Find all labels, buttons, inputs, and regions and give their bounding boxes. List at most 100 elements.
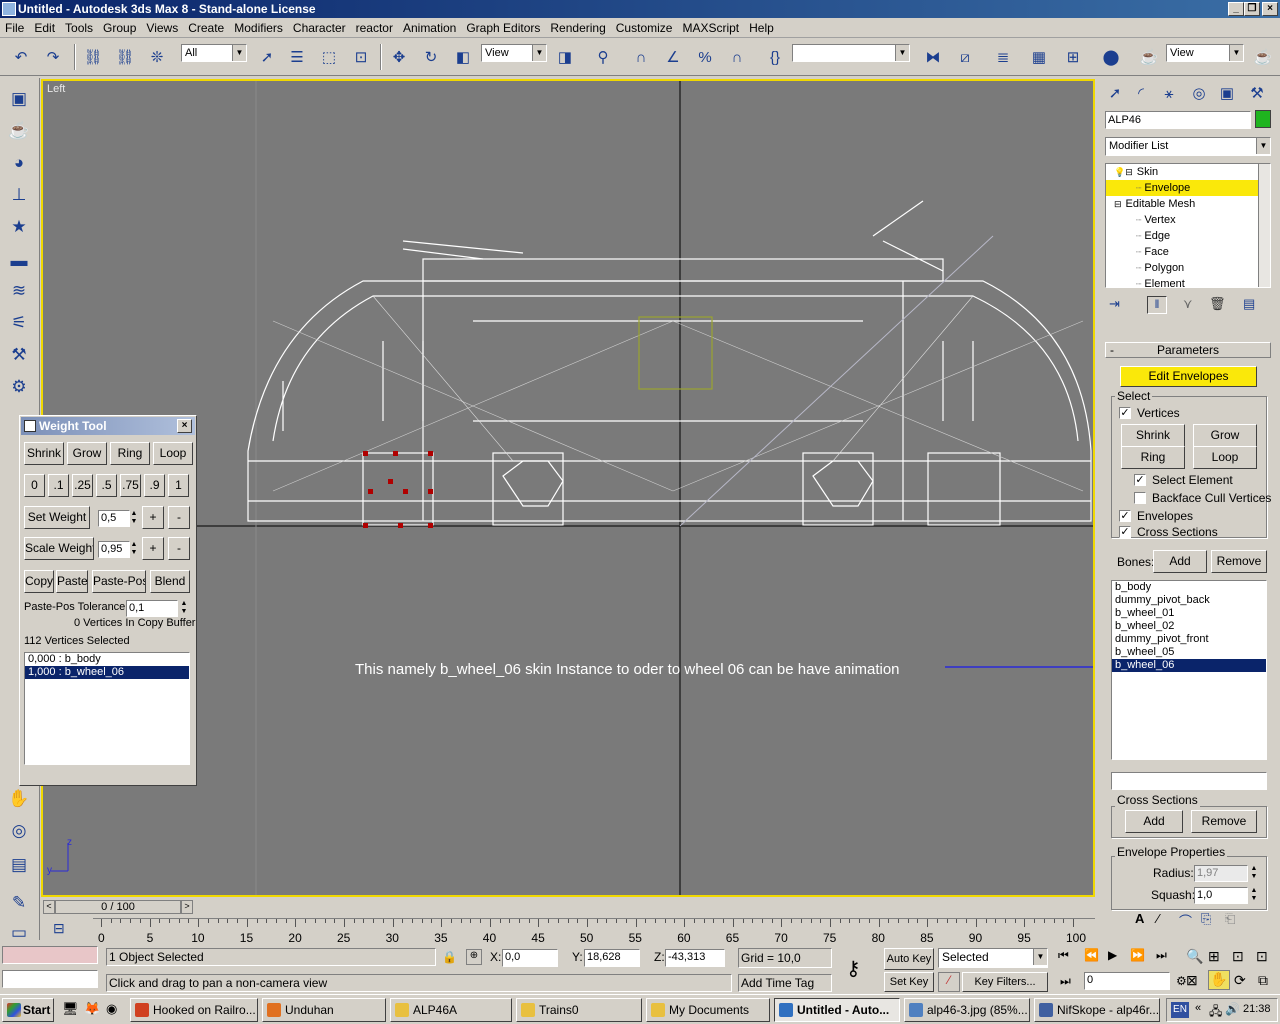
taskbar-item[interactable]: My Documents — [646, 998, 770, 1022]
lathe-icon[interactable]: ⚒ — [6, 342, 32, 368]
menu-tools[interactable]: Tools — [60, 18, 98, 35]
wt-blend-button[interactable]: Blend — [150, 570, 190, 593]
gear-icon[interactable]: ⚙ — [6, 374, 32, 400]
weight-preset-button[interactable]: .25 — [72, 474, 93, 497]
add-cross-section-button[interactable]: Add — [1125, 810, 1183, 833]
rectangular-selection-icon[interactable]: ⬚ — [316, 44, 342, 70]
ring-button[interactable]: Ring — [1121, 446, 1185, 469]
modifier-stack-item[interactable]: ┈ Face — [1106, 244, 1270, 260]
bone-list-item[interactable]: b_body — [1112, 581, 1266, 594]
snap-toggle-icon[interactable]: ∩ — [628, 44, 654, 70]
menu-group[interactable]: Group — [98, 18, 141, 35]
bones-list[interactable]: b_body dummy_pivot_back b_wheel_01 b_wheel_… — [1111, 580, 1267, 760]
go-to-end-icon[interactable]: ⏭ — [1156, 948, 1167, 963]
vertices-checkbox[interactable]: ✓ — [1119, 407, 1131, 419]
region-zoom-icon[interactable]: ⊠ — [1186, 972, 1198, 989]
angle-snap-icon[interactable]: ∠ — [660, 44, 686, 70]
menu-views[interactable]: Views — [141, 18, 183, 35]
remove-cross-section-button[interactable]: Remove — [1191, 810, 1257, 833]
network-icon[interactable]: 🖧 — [1209, 1002, 1222, 1023]
schematic-view-icon[interactable]: ⊞ — [1060, 44, 1086, 70]
scale-weight-minus-button[interactable]: - — [168, 537, 190, 560]
maximize-viewport-icon[interactable]: ⧉ — [1258, 972, 1268, 989]
wt-paste-button[interactable]: Paste — [56, 570, 88, 593]
close-icon[interactable]: × — [1262, 2, 1278, 16]
percent-snap-icon[interactable]: % — [692, 44, 718, 70]
menu-rendering[interactable]: Rendering — [545, 18, 610, 35]
undo-icon[interactable]: ↶ — [8, 44, 34, 70]
named-selection-dropdown[interactable]: ▼ — [792, 44, 910, 62]
auto-key-button[interactable]: Auto Key — [884, 948, 934, 970]
weight-preset-button[interactable]: .1 — [48, 474, 69, 497]
taskbar-item[interactable]: Trains0 — [516, 998, 642, 1022]
bone-list-item[interactable]: dummy_pivot_front — [1112, 633, 1266, 646]
spinner-icon[interactable]: ▲ ▼ — [179, 600, 189, 616]
make-unique-icon[interactable]: ⋎ — [1183, 296, 1193, 312]
modifier-stack-item[interactable]: ┈ Vertex — [1106, 212, 1270, 228]
scale-icon[interactable]: ◧ — [450, 44, 476, 70]
rotate-icon[interactable]: ↻ — [418, 44, 444, 70]
viewport-label[interactable]: Left — [47, 83, 65, 95]
viewport-left[interactable]: Left This namely b_wheel_06 skin Instanc… — [41, 79, 1095, 897]
weight-preset-button[interactable]: .75 — [120, 474, 141, 497]
wt-loop-button[interactable]: Loop — [153, 442, 193, 465]
bind-space-warp-icon[interactable]: ❊ — [144, 44, 170, 70]
move-icon[interactable]: ✥ — [386, 44, 412, 70]
app-icon[interactable] — [2, 2, 16, 16]
menu-customize[interactable]: Customize — [611, 18, 678, 35]
configure-sets-icon[interactable]: ▤ — [1243, 296, 1255, 312]
modifier-stack-item[interactable]: ┈ Element — [1106, 276, 1270, 292]
modifier-stack[interactable]: 💡⊟ Skin ┈ Envelope ⊟ Editable Mesh ┈ Vertex ┈ Edg… — [1105, 163, 1271, 290]
wt-ring-button[interactable]: Ring — [110, 442, 150, 465]
wt-grow-button[interactable]: Grow — [67, 442, 107, 465]
taskbar-item[interactable]: NifSkope - alp46r... — [1034, 998, 1160, 1022]
set-weight-plus-button[interactable]: + — [142, 506, 164, 529]
list-item[interactable]: 0,000 : b_body — [25, 653, 189, 666]
set-key-button[interactable]: Set Key — [884, 972, 934, 992]
bone-list-item[interactable]: b_wheel_05 — [1112, 646, 1266, 659]
redo-icon[interactable]: ↷ — [40, 44, 66, 70]
restore-icon[interactable]: ❐ — [1244, 2, 1260, 16]
light-bulb-icon[interactable]: 💡⊟ — [1114, 167, 1133, 177]
mirror-icon[interactable]: ⧓ — [920, 44, 946, 70]
reference-coordinate-dropdown[interactable]: View ▼ — [481, 44, 547, 62]
shrink-button[interactable]: Shrink — [1121, 424, 1185, 447]
key-mode-toggle-icon[interactable]: ⏭ — [1060, 974, 1071, 989]
edit-envelopes-button[interactable]: Edit Envelopes — [1120, 366, 1257, 387]
display-tab-icon[interactable]: ▣ — [1215, 82, 1239, 106]
stack-scrollbar[interactable] — [1258, 164, 1270, 287]
set-weight-button[interactable]: Set Weight — [24, 506, 90, 529]
curve-editor-icon[interactable]: ▦ — [1026, 44, 1052, 70]
copy-icon[interactable]: ⎘ — [1201, 911, 1211, 927]
y-coordinate-field[interactable]: 18,628 — [584, 949, 640, 967]
pan-hand-icon[interactable]: ✋ — [1208, 970, 1230, 990]
zoom-icon[interactable]: 🔍 — [1186, 948, 1203, 965]
taskbar-item[interactable]: alp46-3.jpg (85%... — [904, 998, 1030, 1022]
falloff-curve-icon[interactable]: ⌒ — [1179, 911, 1192, 930]
bone-list-item[interactable]: dummy_pivot_back — [1112, 594, 1266, 607]
media-icon[interactable]: ◉ — [106, 1001, 117, 1017]
modifier-stack-item[interactable]: ⊟ Editable Mesh — [1106, 196, 1270, 212]
zoom-extents-icon[interactable]: ⊡ — [1232, 948, 1244, 965]
absolute-icon[interactable]: A — [1135, 911, 1144, 926]
weight-list[interactable]: 0,000 : b_body 1,000 : b_wheel_06 — [24, 652, 190, 765]
hand-icon[interactable]: ✋ — [6, 786, 32, 812]
taskbar-item[interactable]: Untitled - Auto... — [774, 998, 900, 1022]
x-coordinate-field[interactable]: 0,0 — [502, 949, 558, 967]
star-icon[interactable]: ★ — [6, 214, 32, 240]
list-item[interactable]: 1,000 : b_wheel_06 — [25, 666, 189, 679]
hierarchy-tab-icon[interactable]: ⚹ — [1157, 82, 1181, 106]
motion-tab-icon[interactable]: ◎ — [1187, 82, 1211, 106]
menu-maxscript[interactable]: MAXScript — [677, 18, 744, 35]
remove-modifier-icon[interactable]: 🗑 — [1209, 296, 1226, 312]
scale-weight-plus-button[interactable]: + — [142, 537, 164, 560]
quick-render-icon[interactable]: ☕ — [1250, 44, 1276, 70]
material-editor-icon[interactable]: ⬤ — [1098, 44, 1124, 70]
bone-list-item[interactable]: b_wheel_02 — [1112, 620, 1266, 633]
maxscript-listener[interactable] — [2, 946, 98, 964]
chevron-right-icon[interactable]: > — [181, 900, 193, 914]
modifier-stack-item[interactable]: ┈ Edge — [1106, 228, 1270, 244]
window-crossing-icon[interactable]: ⊡ — [348, 44, 374, 70]
modify-tab-icon[interactable]: ◜ — [1129, 82, 1153, 106]
modifier-list-dropdown[interactable]: Modifier List ▼ — [1105, 137, 1271, 156]
